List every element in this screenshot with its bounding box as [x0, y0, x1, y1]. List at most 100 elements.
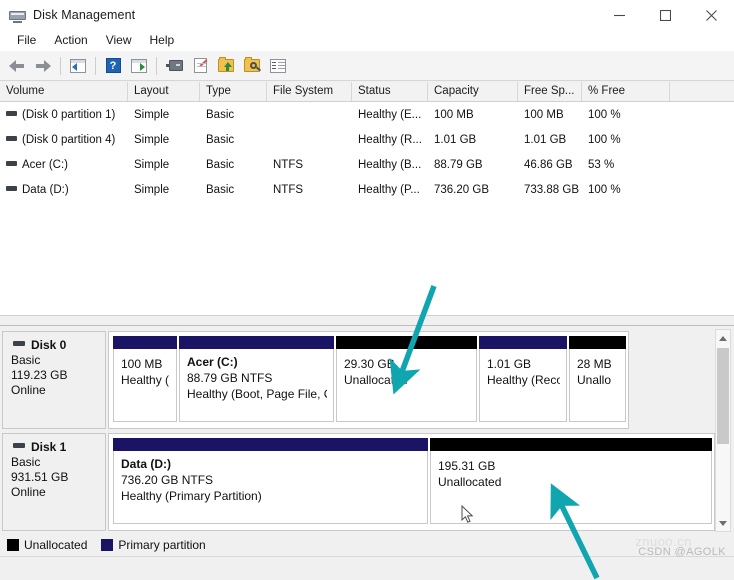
disk-row-disk1: Disk 1 Basic 931.51 GB Online Data (D:) … — [0, 433, 715, 531]
cell-status: Healthy (P... — [358, 183, 420, 196]
partition-band — [569, 336, 626, 349]
column-header-capacity[interactable]: Capacity — [428, 82, 518, 101]
volume-icon — [6, 160, 17, 166]
table-row[interactable]: Acer (C:) Simple Basic NTFS Healthy (B..… — [0, 152, 734, 177]
partition-title: Data (D:) — [121, 457, 171, 471]
menu-item-help[interactable]: Help — [141, 32, 184, 49]
partition-size: 28 MB — [577, 357, 612, 371]
partition-status: Healthy (Recove — [487, 373, 560, 387]
legend-item-unallocated: Unallocated — [7, 538, 87, 552]
window-title: Disk Management — [33, 8, 136, 22]
partition-status: Unallo — [577, 373, 612, 387]
disk-state-disk1: Online — [11, 485, 46, 499]
table-row[interactable]: (Disk 0 partition 1) Simple Basic Health… — [0, 102, 734, 127]
disk-name-disk1: Disk 1 — [3, 434, 105, 454]
cell-file-system: NTFS — [273, 183, 304, 196]
legend-label-primary: Primary partition — [118, 538, 206, 552]
disk-management-icon — [9, 8, 26, 23]
disk-info-disk0[interactable]: Disk 0 Basic 119.23 GB Online — [2, 331, 106, 429]
show-hide-console-tree-icon[interactable] — [127, 55, 151, 77]
partition-status: Unallocated — [344, 373, 408, 387]
legend-swatch-primary — [101, 539, 114, 551]
partition-disk0-0[interactable]: 100 MB Healthy (I — [113, 336, 177, 422]
partition-disk0-1[interactable]: Acer (C:) 88.79 GB NTFS Healthy (Boot, P… — [179, 336, 334, 422]
cell-layout: Simple — [134, 133, 170, 146]
volume-icon — [6, 135, 17, 141]
legend-item-primary-partition: Primary partition — [101, 538, 206, 552]
menu-item-file[interactable]: File — [8, 32, 45, 49]
cell-type: Basic — [206, 108, 235, 121]
properties-drive-icon[interactable] — [162, 55, 186, 77]
cell-volume: Acer (C:) — [0, 159, 128, 171]
volume-list-header: Volume Layout Type File System Status Ca… — [0, 82, 734, 102]
partition-disk1-1[interactable]: 195.31 GB Unallocated — [430, 438, 712, 524]
partition-strip-disk1: Data (D:) 736.20 GB NTFS Healthy (Primar… — [108, 433, 715, 531]
scroll-down-icon[interactable] — [716, 515, 730, 531]
cell-free-space: 733.88 GB — [524, 183, 579, 196]
disk-size-disk1: 931.51 GB — [11, 470, 69, 484]
cell-free-space: 1.01 GB — [524, 133, 567, 146]
partition-status: Healthy (Boot, Page File, Cra — [187, 387, 327, 401]
disk-info-disk1[interactable]: Disk 1 Basic 931.51 GB Online — [2, 433, 106, 531]
minimize-button[interactable] — [596, 0, 642, 30]
cell-layout: Simple — [134, 183, 170, 196]
partition-disk0-2[interactable]: 29.30 GB Unallocated — [336, 336, 477, 422]
partition-title: Acer (C:) — [187, 355, 238, 369]
partition-status: Unallocated — [438, 475, 502, 489]
toolbar-separator-2 — [95, 56, 96, 75]
rescan-disks-icon[interactable] — [214, 55, 238, 77]
graphical-view-pane: Disk 0 Basic 119.23 GB Online 100 MB Hea… — [0, 325, 734, 534]
cell-percent-free: 100 % — [588, 183, 621, 196]
cell-capacity: 1.01 GB — [434, 133, 477, 146]
list-pane-splitter[interactable] — [0, 315, 734, 323]
back-icon[interactable] — [5, 55, 29, 77]
refresh-icon[interactable] — [188, 55, 212, 77]
maximize-button[interactable] — [642, 0, 688, 30]
title-bar: Disk Management — [0, 0, 734, 30]
close-button[interactable] — [688, 0, 734, 30]
watermark: CSDN @AGOLK — [638, 546, 726, 558]
partition-disk0-4[interactable]: 28 MB Unallo — [569, 336, 626, 422]
graphical-view-scrollbar[interactable] — [715, 329, 731, 532]
partition-band — [479, 336, 567, 349]
column-header-layout[interactable]: Layout — [128, 82, 200, 101]
help-icon[interactable]: ? — [101, 55, 125, 77]
status-bar — [0, 556, 734, 580]
column-header-file-system[interactable]: File System — [267, 82, 352, 101]
scrollbar-thumb[interactable] — [717, 348, 729, 444]
legend: Unallocated Primary partition — [0, 534, 734, 556]
partition-disk1-0[interactable]: Data (D:) 736.20 GB NTFS Healthy (Primar… — [113, 438, 428, 524]
up-one-level-icon[interactable] — [66, 55, 90, 77]
scroll-up-icon[interactable] — [716, 330, 730, 346]
column-header-percent-free[interactable]: % Free — [582, 82, 670, 101]
partition-band — [179, 336, 334, 349]
partition-disk0-3[interactable]: 1.01 GB Healthy (Recove — [479, 336, 567, 422]
toolbar: ? — [0, 51, 734, 81]
list-view-icon[interactable] — [266, 55, 290, 77]
column-header-free-space[interactable]: Free Sp... — [518, 82, 582, 101]
menu-bar: File Action View Help — [0, 30, 734, 51]
partition-size: 1.01 GB — [487, 357, 532, 371]
column-header-spacer[interactable] — [670, 82, 734, 101]
volume-icon — [6, 185, 17, 191]
partition-band — [336, 336, 477, 349]
cell-volume: (Disk 0 partition 4) — [0, 134, 128, 146]
disk-name-disk0: Disk 0 — [3, 332, 105, 352]
cell-percent-free: 53 % — [588, 158, 615, 171]
cell-layout: Simple — [134, 158, 170, 171]
column-header-type[interactable]: Type — [200, 82, 267, 101]
table-row[interactable]: (Disk 0 partition 4) Simple Basic Health… — [0, 127, 734, 152]
table-row[interactable]: Data (D:) Simple Basic NTFS Healthy (P..… — [0, 177, 734, 202]
toolbar-separator-1 — [60, 56, 61, 75]
column-header-volume[interactable]: Volume — [0, 82, 128, 101]
menu-item-action[interactable]: Action — [45, 32, 96, 49]
cell-type: Basic — [206, 133, 235, 146]
column-header-status[interactable]: Status — [352, 82, 428, 101]
disk-management-window: Disk Management File Action View Help ? … — [0, 0, 734, 580]
cell-file-system: NTFS — [273, 158, 304, 171]
disk-type-disk0: Basic — [11, 353, 41, 367]
search-folder-icon[interactable] — [240, 55, 264, 77]
forward-icon[interactable] — [31, 55, 55, 77]
menu-item-view[interactable]: View — [97, 32, 141, 49]
partition-size: 736.20 GB NTFS — [121, 473, 214, 487]
